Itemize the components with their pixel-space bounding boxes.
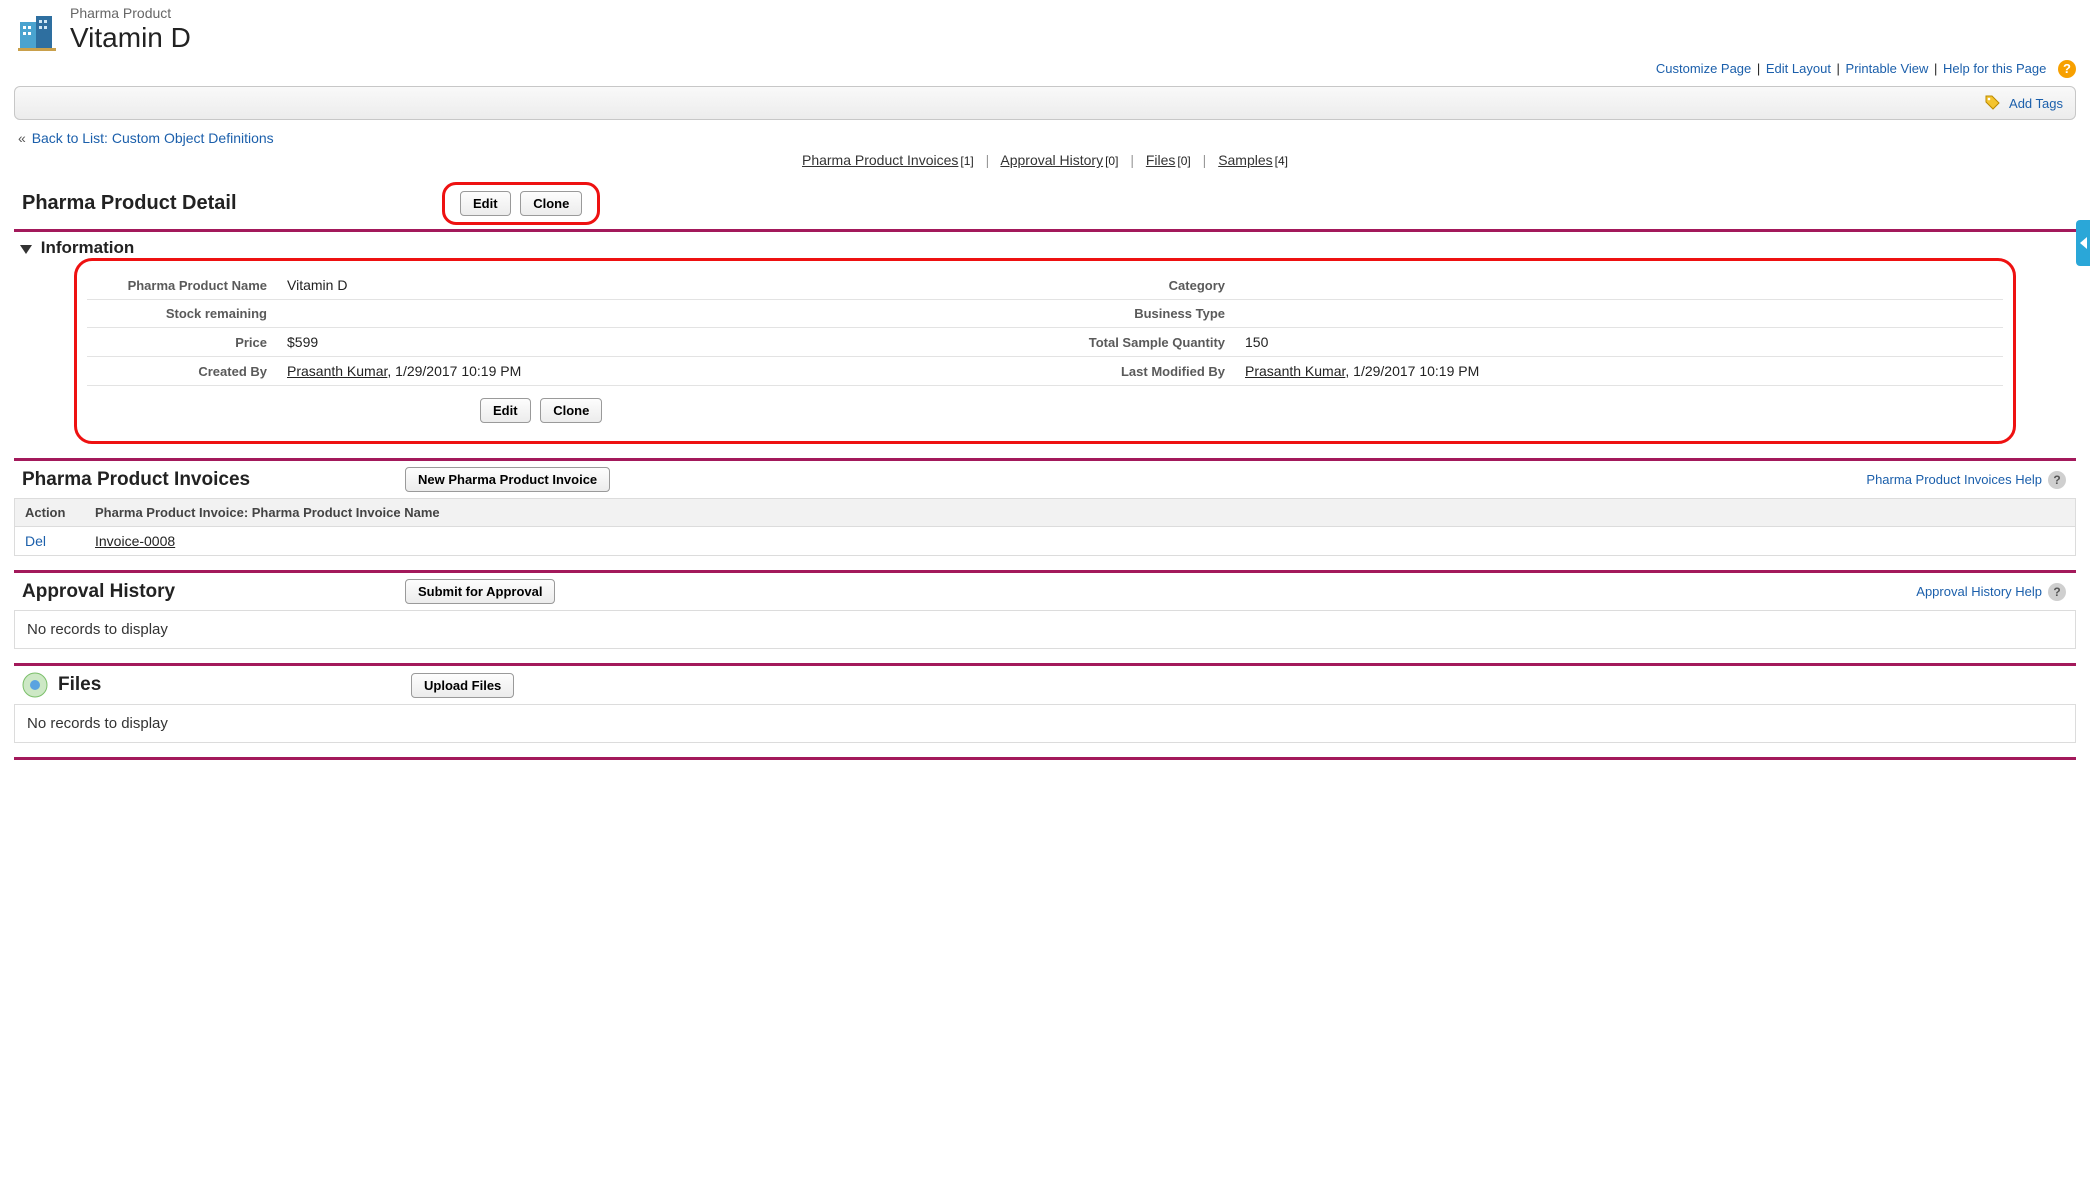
invoice-link[interactable]: Invoice-0008 (95, 533, 175, 549)
btype-value (1235, 300, 2003, 328)
approval-empty: No records to display (15, 611, 2075, 648)
invoices-help-link[interactable]: Pharma Product Invoices Help (1866, 472, 2042, 487)
new-invoice-button[interactable]: New Pharma Product Invoice (405, 467, 610, 492)
related-nav: Pharma Product Invoices[1] | Approval Hi… (14, 152, 2076, 168)
files-title: Files (58, 674, 408, 696)
side-tab-handle[interactable] (2076, 220, 2090, 266)
backlink: « Back to List: Custom Object Definition… (18, 130, 2076, 146)
col-name: Pharma Product Invoice: Pharma Product I… (85, 499, 2075, 527)
tsq-label: Total Sample Quantity (1045, 328, 1235, 357)
name-label: Pharma Product Name (87, 271, 277, 300)
created-label: Created By (87, 357, 277, 386)
btype-label: Business Type (1045, 300, 1235, 328)
help-icon[interactable]: ? (2058, 60, 2076, 78)
nav-samples[interactable]: Samples (1218, 152, 1272, 168)
record-title: Vitamin D (70, 23, 191, 54)
backlink-chevron: « (18, 130, 26, 146)
related-list-invoices: Pharma Product Invoices New Pharma Produ… (14, 458, 2076, 556)
info-highlight-box: Pharma Product Name Vitamin D Category S… (74, 258, 2016, 444)
nav-approval[interactable]: Approval History (1000, 152, 1103, 168)
table-row: Del Invoice-0008 (15, 527, 2075, 556)
modified-label: Last Modified By (1045, 357, 1235, 386)
category-value (1235, 271, 2003, 300)
detail-button-highlight: Edit Clone (442, 182, 600, 225)
created-value: Prasanth Kumar, 1/29/2017 10:19 PM (277, 357, 1045, 386)
category-label: Category (1045, 271, 1235, 300)
collapse-icon (20, 245, 32, 254)
info-table: Pharma Product Name Vitamin D Category S… (87, 271, 2003, 386)
help-page-link[interactable]: Help for this Page (1943, 61, 2046, 76)
add-tags-link[interactable]: Add Tags (1985, 95, 2063, 111)
files-empty: No records to display (15, 705, 2075, 742)
clone-button-bottom[interactable]: Clone (540, 398, 602, 423)
info-section-toggle[interactable]: Information (20, 238, 2076, 258)
submit-approval-button[interactable]: Submit for Approval (405, 579, 555, 604)
invoices-title: Pharma Product Invoices (22, 469, 402, 491)
upload-files-button[interactable]: Upload Files (411, 673, 514, 698)
stock-label: Stock remaining (87, 300, 277, 328)
approval-title: Approval History (22, 581, 402, 603)
clone-button[interactable]: Clone (520, 191, 582, 216)
tsq-value: 150 (1235, 328, 2003, 357)
created-user-link[interactable]: Prasanth Kumar (287, 363, 387, 379)
col-action: Action (15, 499, 85, 527)
name-value: Vitamin D (277, 271, 1045, 300)
help-icon[interactable]: ? (2048, 471, 2066, 489)
nav-invoices-count: [1] (960, 154, 973, 168)
related-list-files: Files Upload Files No records to display (14, 663, 2076, 743)
created-time: , 1/29/2017 10:19 PM (387, 363, 521, 379)
modified-user-link[interactable]: Prasanth Kumar (1245, 363, 1345, 379)
files-icon (22, 672, 48, 698)
customize-page-link[interactable]: Customize Page (1656, 61, 1751, 76)
modified-time: , 1/29/2017 10:19 PM (1345, 363, 1479, 379)
stock-value (277, 300, 1045, 328)
info-section-label: Information (41, 238, 135, 257)
object-icon (14, 8, 60, 54)
nav-samples-count: [4] (1275, 154, 1288, 168)
add-tags-label: Add Tags (2009, 96, 2063, 111)
help-icon[interactable]: ? (2048, 583, 2066, 601)
invoices-table: Action Pharma Product Invoice: Pharma Pr… (15, 499, 2075, 555)
modified-value: Prasanth Kumar, 1/29/2017 10:19 PM (1235, 357, 2003, 386)
edit-layout-link[interactable]: Edit Layout (1766, 61, 1831, 76)
top-links: Customize Page | Edit Layout | Printable… (14, 60, 2076, 78)
nav-files[interactable]: Files (1146, 152, 1176, 168)
tags-bar: Add Tags (14, 86, 2076, 120)
page-header: Pharma Product Vitamin D (14, 0, 2076, 54)
related-list-approval: Approval History Submit for Approval App… (14, 570, 2076, 649)
tag-icon (1985, 95, 2001, 111)
approval-help-link[interactable]: Approval History Help (1916, 584, 2042, 599)
edit-button[interactable]: Edit (460, 191, 511, 216)
section-divider (14, 229, 2076, 232)
object-type-label: Pharma Product (70, 6, 191, 21)
edit-button-bottom[interactable]: Edit (480, 398, 531, 423)
price-label: Price (87, 328, 277, 357)
nav-invoices[interactable]: Pharma Product Invoices (802, 152, 958, 168)
price-value: $599 (277, 328, 1045, 357)
nav-files-count: [0] (1177, 154, 1190, 168)
backlink-link[interactable]: Back to List: Custom Object Definitions (32, 130, 274, 146)
section-divider (14, 757, 2076, 760)
detail-title: Pharma Product Detail (22, 192, 442, 215)
delete-link[interactable]: Del (25, 533, 46, 549)
nav-approval-count: [0] (1105, 154, 1118, 168)
printable-view-link[interactable]: Printable View (1846, 61, 1929, 76)
